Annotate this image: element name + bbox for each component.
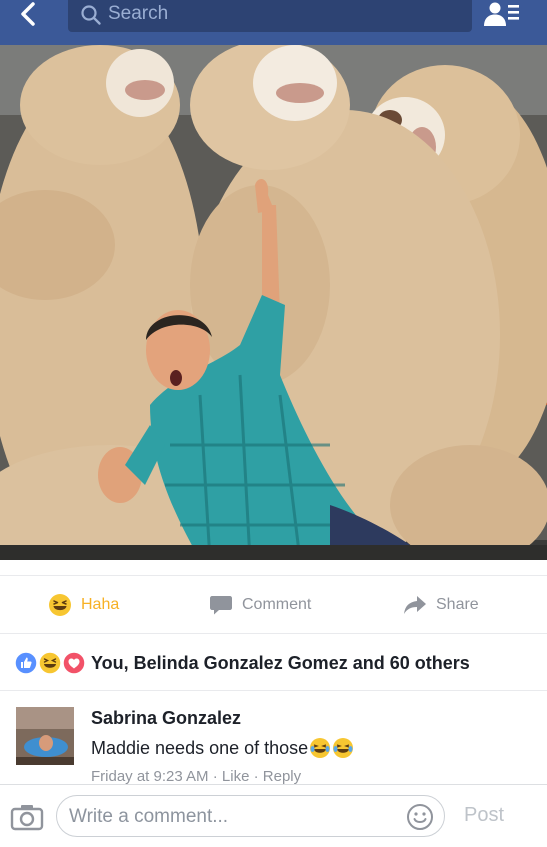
comment-reply-link[interactable]: Reply xyxy=(263,768,301,784)
tears-of-joy-emoji xyxy=(333,738,354,758)
post-button[interactable]: Post xyxy=(464,804,504,827)
meta-separator: · xyxy=(249,768,263,784)
friend-requests-button[interactable] xyxy=(482,0,526,32)
camera-button[interactable] xyxy=(10,803,44,831)
post-photo[interactable] xyxy=(0,45,547,560)
share-label: Share xyxy=(436,596,479,613)
love-reaction-icon xyxy=(62,651,86,675)
share-arrow-icon xyxy=(404,596,426,614)
post-action-bar: Haha Comment Share xyxy=(0,575,547,633)
back-button[interactable] xyxy=(10,0,50,32)
comment-button[interactable]: Comment xyxy=(209,592,311,618)
comment-composer: Write a comment... Post xyxy=(0,784,547,847)
haha-reaction-icon xyxy=(38,651,62,675)
avatar[interactable] xyxy=(16,707,74,765)
like-reaction-icon xyxy=(14,651,38,675)
search-placeholder: Search xyxy=(108,3,169,24)
share-button[interactable]: Share xyxy=(403,592,479,618)
search-icon xyxy=(81,5,101,25)
reactions-summary-text: You, Belinda Gonzalez Gomez and 60 other… xyxy=(91,653,470,673)
chevron-left-icon xyxy=(21,2,35,26)
top-navigation-bar: Search xyxy=(0,0,547,45)
haha-emoji-icon xyxy=(49,594,71,616)
reactions-summary[interactable]: You, Belinda Gonzalez Gomez and 60 other… xyxy=(0,633,547,691)
meta-separator: · xyxy=(208,768,222,784)
avatar-image xyxy=(16,707,74,765)
comment-input[interactable]: Write a comment... xyxy=(56,795,445,837)
comment-meta: Friday at 9:23 AM · Like · Reply xyxy=(91,768,301,784)
comment-author[interactable]: Sabrina Gonzalez xyxy=(91,708,241,729)
comment-body: Maddie needs one of those xyxy=(91,737,309,758)
tears-of-joy-emoji xyxy=(310,738,331,758)
facebook-post-screen: Search Haha Comment Share You, Belinda G… xyxy=(0,0,547,847)
comment-input-placeholder: Write a comment... xyxy=(69,806,229,827)
comment-text: Maddie needs one of those xyxy=(91,737,354,759)
haha-label: Haha xyxy=(81,596,120,613)
comment-item: Sabrina Gonzalez Maddie needs one of tho… xyxy=(0,692,547,784)
friend-requests-icon xyxy=(484,2,519,26)
comment-timestamp[interactable]: Friday at 9:23 AM xyxy=(91,768,209,784)
camera-icon xyxy=(10,805,44,831)
smiley-icon[interactable] xyxy=(406,803,434,831)
haha-button[interactable]: Haha xyxy=(48,592,119,618)
comment-like-link[interactable]: Like xyxy=(222,768,250,784)
reaction-icons xyxy=(14,651,86,675)
comment-label: Comment xyxy=(242,596,312,613)
comment-bubble-icon xyxy=(210,596,232,615)
search-input[interactable]: Search xyxy=(68,0,472,32)
